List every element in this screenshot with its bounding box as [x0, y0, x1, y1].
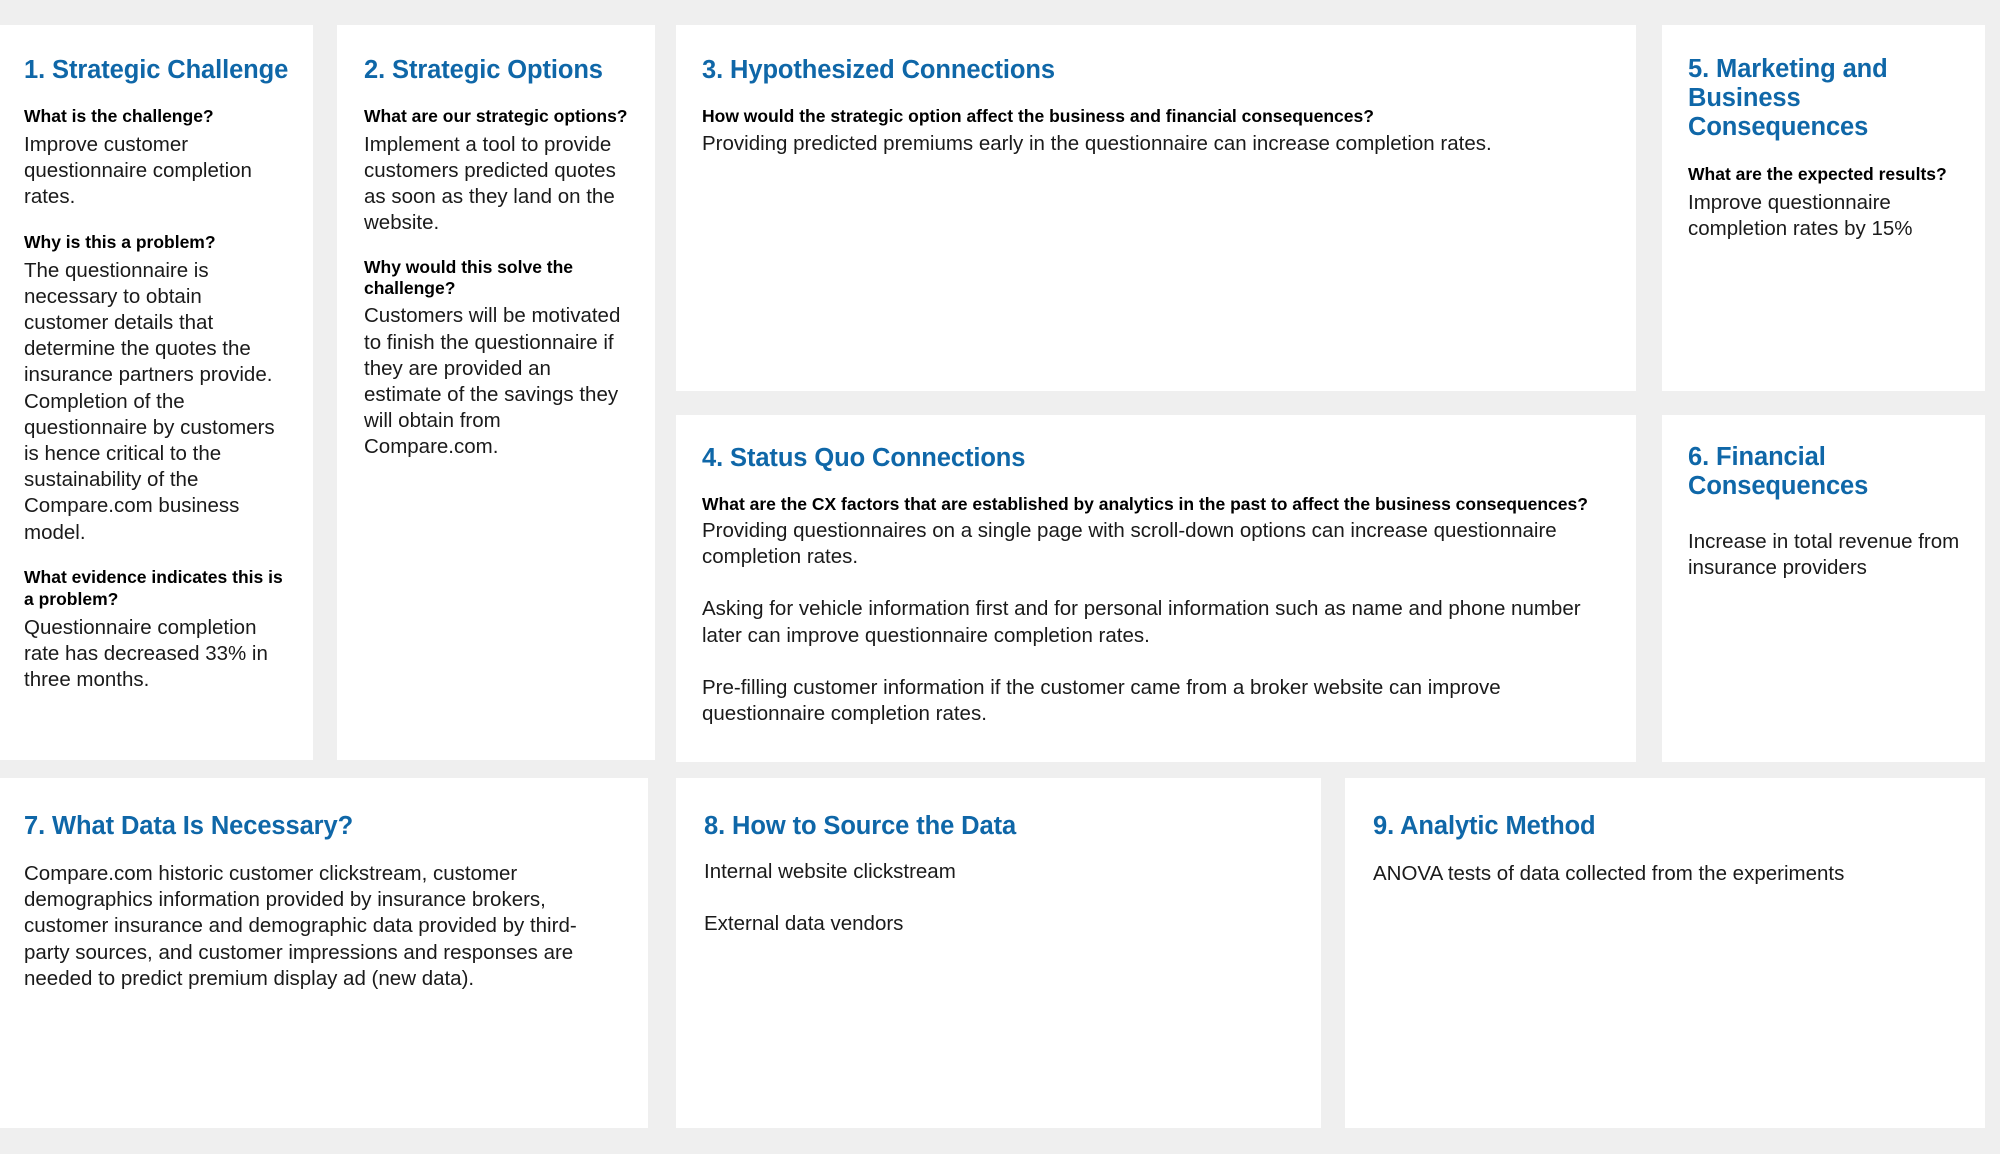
answer-what-are-our-strategic-options: Implement a tool to provide customers pr… — [364, 132, 616, 235]
answer-analytic-method: ANOVA tests of data collected from the e… — [1373, 862, 1845, 885]
card-title-strategic-options: 2. Strategic Options — [364, 56, 603, 84]
card-title-status-quo-connections: 4. Status Quo Connections — [702, 444, 1026, 472]
card-strategic-challenge: 1. Strategic Challenge What is the chall… — [0, 25, 313, 760]
answer-financial-consequences: Increase in total revenue from insurance… — [1688, 530, 1960, 580]
question-what-evidence: What evidence indicates this is a proble… — [24, 566, 283, 609]
card-strategic-options: 2. Strategic Options What are our strate… — [337, 25, 655, 760]
answer-vehicle-information-first: Asking for vehicle information first and… — [702, 597, 1581, 647]
question-why-is-this-a-problem: Why is this a problem? — [24, 231, 216, 252]
card-title-what-data-is-necessary: 7. What Data Is Necessary? — [24, 812, 354, 840]
card-marketing-business-consequences: 5. Marketing and Business Consequences W… — [1662, 25, 1985, 391]
card-title-financial-consequences: 6. Financial Consequences — [1688, 443, 1869, 500]
question-what-are-our-strategic-options: What are our strategic options? — [364, 106, 628, 126]
card-financial-consequences: 6. Financial Consequences Increase in to… — [1662, 415, 1985, 762]
card-title-analytic-method: 9. Analytic Method — [1373, 812, 1596, 840]
answer-what-data-is-necessary: Compare.com historic customer clickstrea… — [24, 862, 577, 990]
answer-pre-filling-customer-information: Pre-filling customer information if the … — [702, 675, 1501, 726]
answer-what-are-the-expected-results: Improve questionnaire completion rates b… — [1688, 191, 1913, 241]
card-title-how-to-source-the-data: 8. How to Source the Data — [704, 812, 1017, 840]
card-title-strategic-challenge: 1. Strategic Challenge — [24, 56, 289, 84]
answer-why-is-this-a-problem: The questionnaire is necessary to obtain… — [24, 258, 275, 544]
card-analytic-method: 9. Analytic Method ANOVA tests of data c… — [1345, 778, 1985, 1128]
strategy-canvas: 1. Strategic Challenge What is the chall… — [0, 0, 2000, 1154]
card-title-hypothesized-connections: 3. Hypothesized Connections — [702, 56, 1055, 84]
card-status-quo-connections: 4. Status Quo Connections What are the C… — [676, 415, 1636, 762]
card-how-to-source-the-data: 8. How to Source the Data Internal websi… — [676, 778, 1321, 1128]
answer-what-evidence: Questionnaire completion rate has decrea… — [24, 615, 268, 692]
card-title-marketing-business-consequences: 5. Marketing and Business Consequences — [1688, 55, 1888, 141]
card-what-data-is-necessary: 7. What Data Is Necessary? Compare.com h… — [0, 778, 648, 1128]
card-hypothesized-connections: 3. Hypothesized Connections How would th… — [676, 25, 1636, 391]
question-what-is-the-challenge: What is the challenge? — [24, 106, 214, 126]
question-what-are-the-expected-results: What are the expected results? — [1688, 164, 1947, 184]
answer-why-would-this-solve-the-challenge: Customers will be motivated to finish th… — [364, 304, 621, 459]
question-why-would-this-solve-the-challenge: Why would this solve the challenge? — [364, 257, 574, 298]
answer-how-would-strategic-option-affect: Providing predicted premiums early in th… — [702, 132, 1492, 155]
answer-single-page-scroll-down: Providing questionnaires on a single pag… — [702, 519, 1557, 569]
answer-what-is-the-challenge: Improve customer questionnaire completio… — [24, 133, 252, 209]
answer-external-data-vendors: External data vendors — [704, 912, 904, 936]
question-how-would-strategic-option-affect: How would the strategic option affect th… — [702, 106, 1374, 126]
question-what-are-the-cx-factors: What are the CX factors that are establi… — [702, 494, 1588, 514]
answer-internal-website-clickstream: Internal website clickstream — [704, 860, 956, 883]
